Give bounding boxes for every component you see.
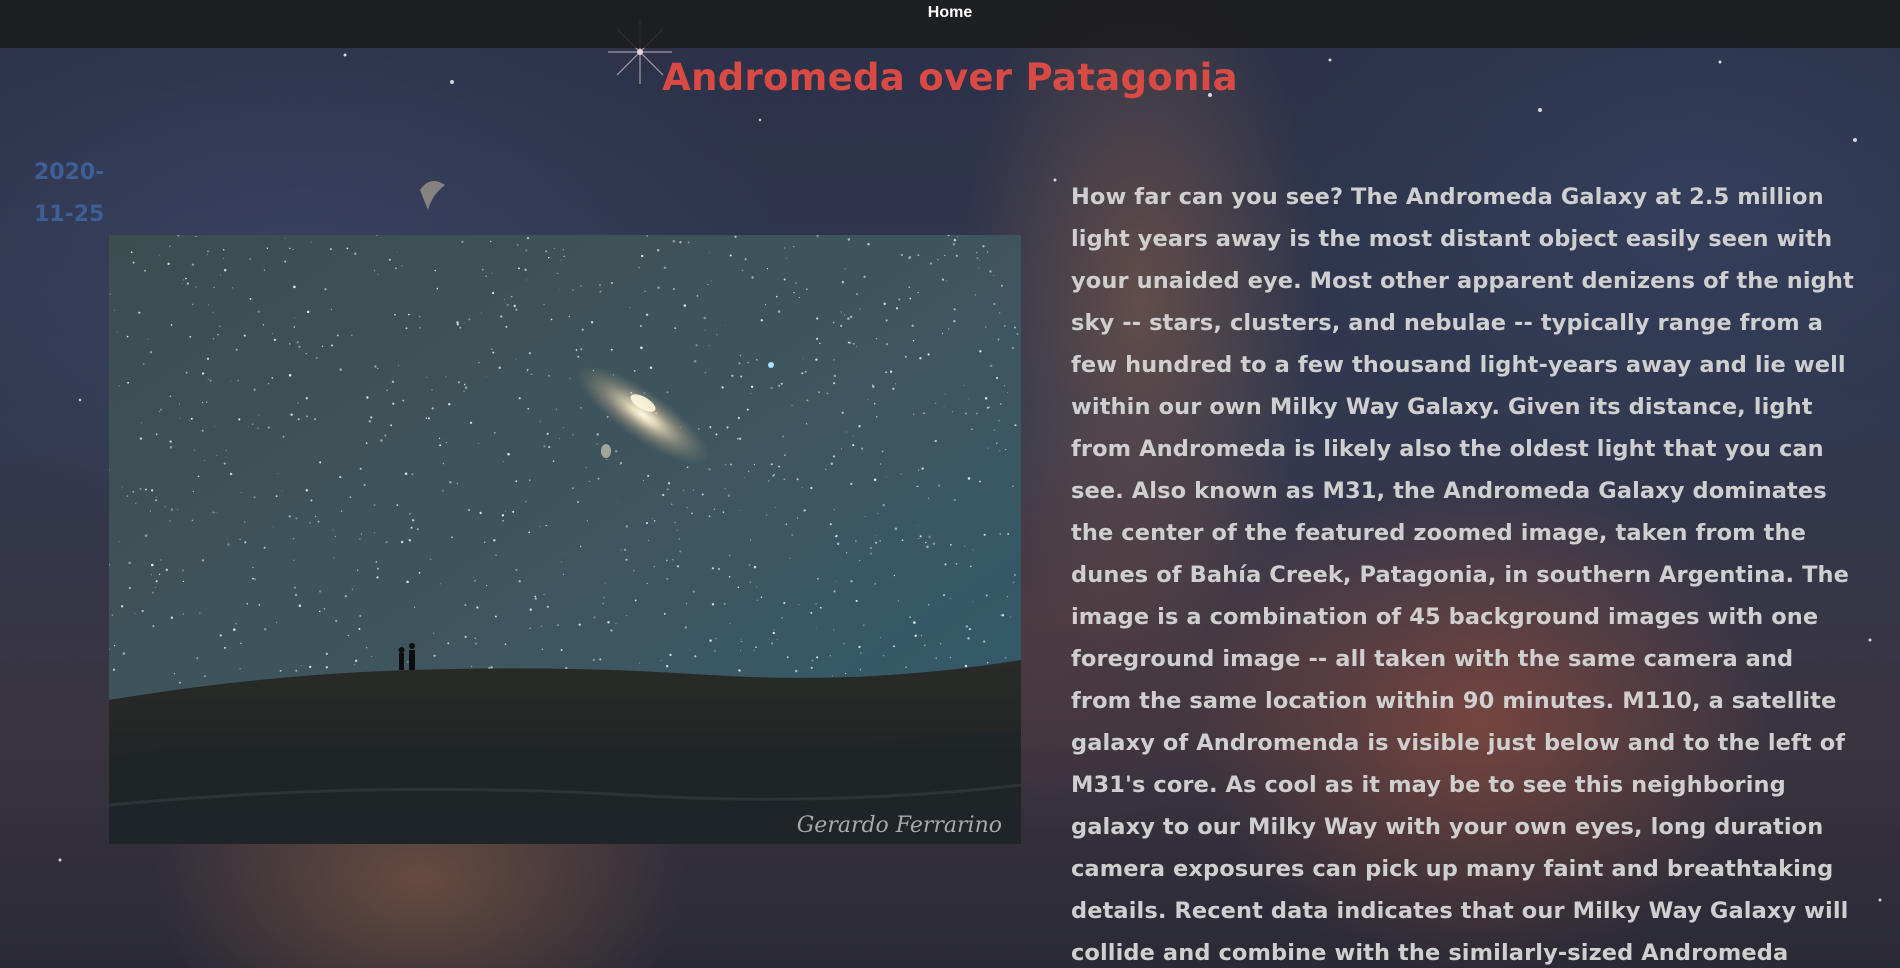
top-navbar: Home — [0, 0, 1900, 48]
page: { "nav": { "home_label": "Home" }, "titl… — [0, 0, 1900, 968]
andromeda-photo: Gerardo Ferrarino — [109, 235, 1021, 844]
date-line-1: 2020- — [34, 160, 105, 185]
date-label: 2020- 11-25 — [34, 152, 120, 236]
image-explanation: How far can you see? The Andromeda Galax… — [1071, 184, 1854, 966]
page-title: Andromeda over Patagonia — [662, 56, 1238, 99]
apod-image[interactable]: Gerardo Ferrarino — [109, 235, 1021, 844]
home-link[interactable]: Home — [928, 4, 972, 22]
photo-watermark: Gerardo Ferrarino — [797, 813, 1002, 838]
date-line-2: 11-25 — [34, 202, 105, 227]
